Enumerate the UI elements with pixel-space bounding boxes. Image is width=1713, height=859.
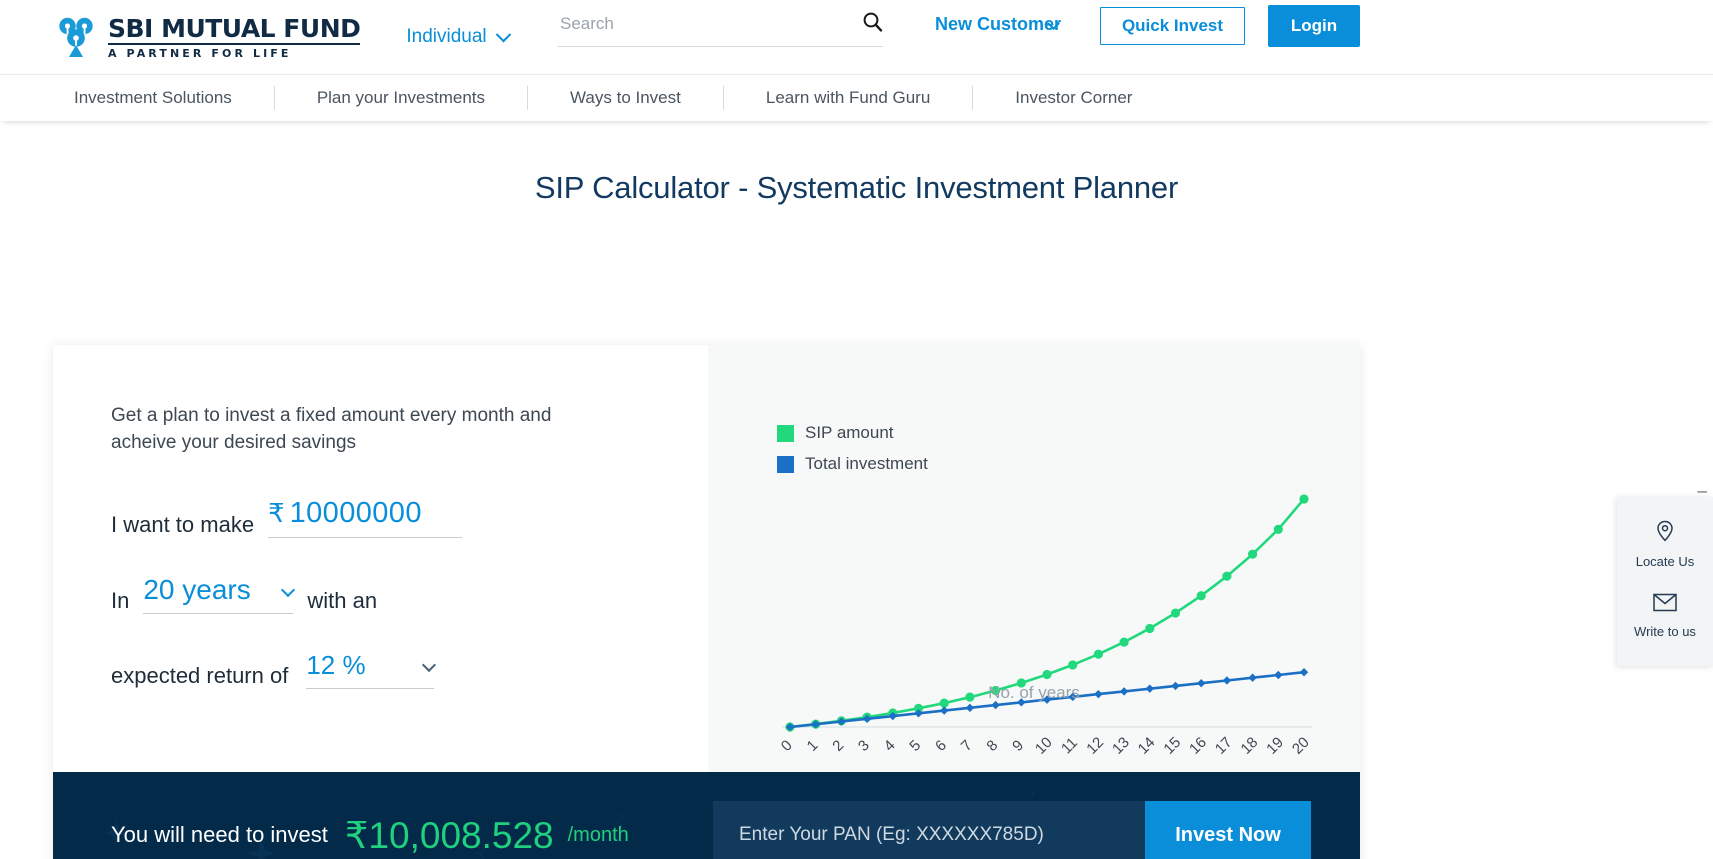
x-axis-tick: 1 (804, 737, 822, 755)
chart-canvas: 0 1 2 3 4 5 6 7 8 9 10 11 12 13 14 15 16 17 18 19 20 (778, 494, 1313, 758)
x-axis-tick: 9 (1009, 737, 1027, 755)
page-body: SIP Calculator - Systematic Investment P… (0, 121, 1713, 859)
rail-item-locate-us[interactable]: Locate Us (1617, 511, 1713, 584)
nav-divider (972, 86, 974, 110)
nav-item-plan-your-investments[interactable]: Plan your Investments (317, 88, 485, 108)
nav-divider (722, 86, 724, 110)
x-axis-tick: 13 (1109, 734, 1133, 758)
expected-return-select[interactable]: 12 % (306, 649, 437, 689)
chevron-down-icon (281, 582, 296, 598)
nav-divider (527, 86, 529, 110)
chart-x-axis-title: No. of years (988, 683, 1080, 702)
audience-selector-label: Individual (406, 26, 487, 47)
invest-now-banner: ₹ ₹ ₹ ₹ ₹ You will need to invest ₹10,00… (53, 772, 1360, 859)
logo-tagline: A PARTNER FOR LIFE (108, 46, 292, 60)
rail-label-locate-us: Locate Us (1635, 554, 1695, 569)
chevron-down-icon (495, 26, 511, 42)
x-axis-tick: 18 (1238, 734, 1262, 758)
x-axis-tick: 12 (1083, 734, 1107, 758)
legend-label-total-investment: Total investment (805, 454, 928, 473)
legend-label-sip-amount: SIP amount (805, 423, 894, 442)
nav-item-learn-with-fund-guru[interactable]: Learn with Fund Guru (766, 88, 930, 108)
nav-item-ways-to-invest[interactable]: Ways to Invest (570, 88, 681, 108)
login-button[interactable]: Login (1268, 5, 1360, 47)
need-to-invest-label: You will need to invest (111, 822, 328, 847)
duration-row: In 20 years with an (111, 574, 708, 614)
legend-item-total-investment: Total investment (777, 454, 928, 474)
target-amount-input[interactable] (289, 496, 462, 530)
x-axis-tick: 8 (983, 737, 1001, 755)
legend-swatch-sip-amount (777, 424, 794, 442)
rail-label-write-to-us: Write to us (1634, 624, 1696, 639)
x-axis-tick: 2 (829, 737, 847, 755)
quick-invest-button[interactable]: Quick Invest (1100, 7, 1245, 45)
nav-item-investor-corner[interactable]: Investor Corner (1015, 88, 1132, 108)
x-axis-tick: 5 (906, 737, 924, 755)
x-axis-tick: 10 (1032, 734, 1056, 758)
search-input[interactable] (558, 8, 818, 40)
x-axis-tick: 4 (881, 737, 899, 755)
x-axis-tick: 17 (1212, 734, 1236, 758)
chevron-down-icon (422, 657, 437, 673)
floating-help-rail: – Locate Us Write to us (1617, 481, 1713, 666)
duration-select[interactable]: 20 years (143, 573, 296, 614)
logo-title: SBI MUTUAL FUND (108, 13, 361, 45)
duration-value: 20 years (143, 573, 251, 605)
expected-return-label: expected return of (111, 662, 289, 688)
nav-item-investment-solutions[interactable]: Investment Solutions (74, 88, 232, 108)
envelope-icon (1621, 593, 1709, 617)
legend-swatch-total-investment (777, 455, 794, 473)
rupee-icon: ₹ (268, 498, 285, 529)
target-amount-field[interactable]: ₹ (268, 496, 462, 538)
x-axis-tick: 3 (855, 737, 873, 755)
sbi-tree-logo-icon (53, 14, 99, 60)
rail-item-write-to-us[interactable]: Write to us (1617, 584, 1713, 654)
x-axis-tick: 7 (958, 737, 976, 755)
minimize-icon[interactable]: – (1698, 481, 1707, 501)
x-axis-tick: 0 (778, 737, 796, 755)
duration-prefix-label: In (111, 587, 130, 613)
audience-selector[interactable]: Individual (406, 26, 511, 48)
pan-input[interactable] (713, 801, 1145, 859)
x-axis-tick: 20 (1289, 734, 1313, 758)
expected-return-value: 12 % (306, 649, 366, 680)
new-customer-label: New Customer (935, 14, 1062, 34)
x-axis-tick: 14 (1135, 734, 1159, 758)
expected-return-row: expected return of 12 % (111, 650, 708, 689)
search-box[interactable] (558, 8, 883, 47)
per-month-label: /month (567, 823, 629, 846)
search-icon[interactable] (862, 11, 883, 37)
page-title: SIP Calculator - Systematic Investment P… (534, 170, 1179, 205)
x-axis-tick: 19 (1263, 734, 1287, 758)
x-axis-tick: 6 (932, 737, 950, 755)
legend-item-sip-amount: SIP amount (777, 423, 928, 443)
sbi-logo[interactable]: SBI MUTUAL FUND A PARTNER FOR LIFE (53, 13, 361, 60)
new-customer-menu[interactable]: New Customer (935, 14, 1062, 35)
target-amount-label: I want to make (111, 511, 255, 537)
invest-now-button[interactable]: Invest Now (1145, 801, 1311, 859)
target-amount-row: I want to make ₹ (111, 496, 708, 538)
x-axis-tick: 11 (1058, 734, 1081, 757)
map-pin-icon (1621, 520, 1709, 547)
x-axis-tick: 16 (1186, 734, 1210, 758)
monthly-investment-amount: ₹10,008.528 (344, 814, 554, 856)
site-header: SBI MUTUAL FUND A PARTNER FOR LIFE Indiv… (0, 0, 1713, 74)
calculator-description: Get a plan to invest a fixed amount ever… (111, 405, 552, 453)
primary-nav: Investment Solutions Plan your Investmen… (0, 74, 1713, 121)
x-axis-tick: 15 (1160, 734, 1184, 758)
duration-suffix-label: with an (307, 587, 378, 613)
nav-divider (273, 86, 275, 110)
